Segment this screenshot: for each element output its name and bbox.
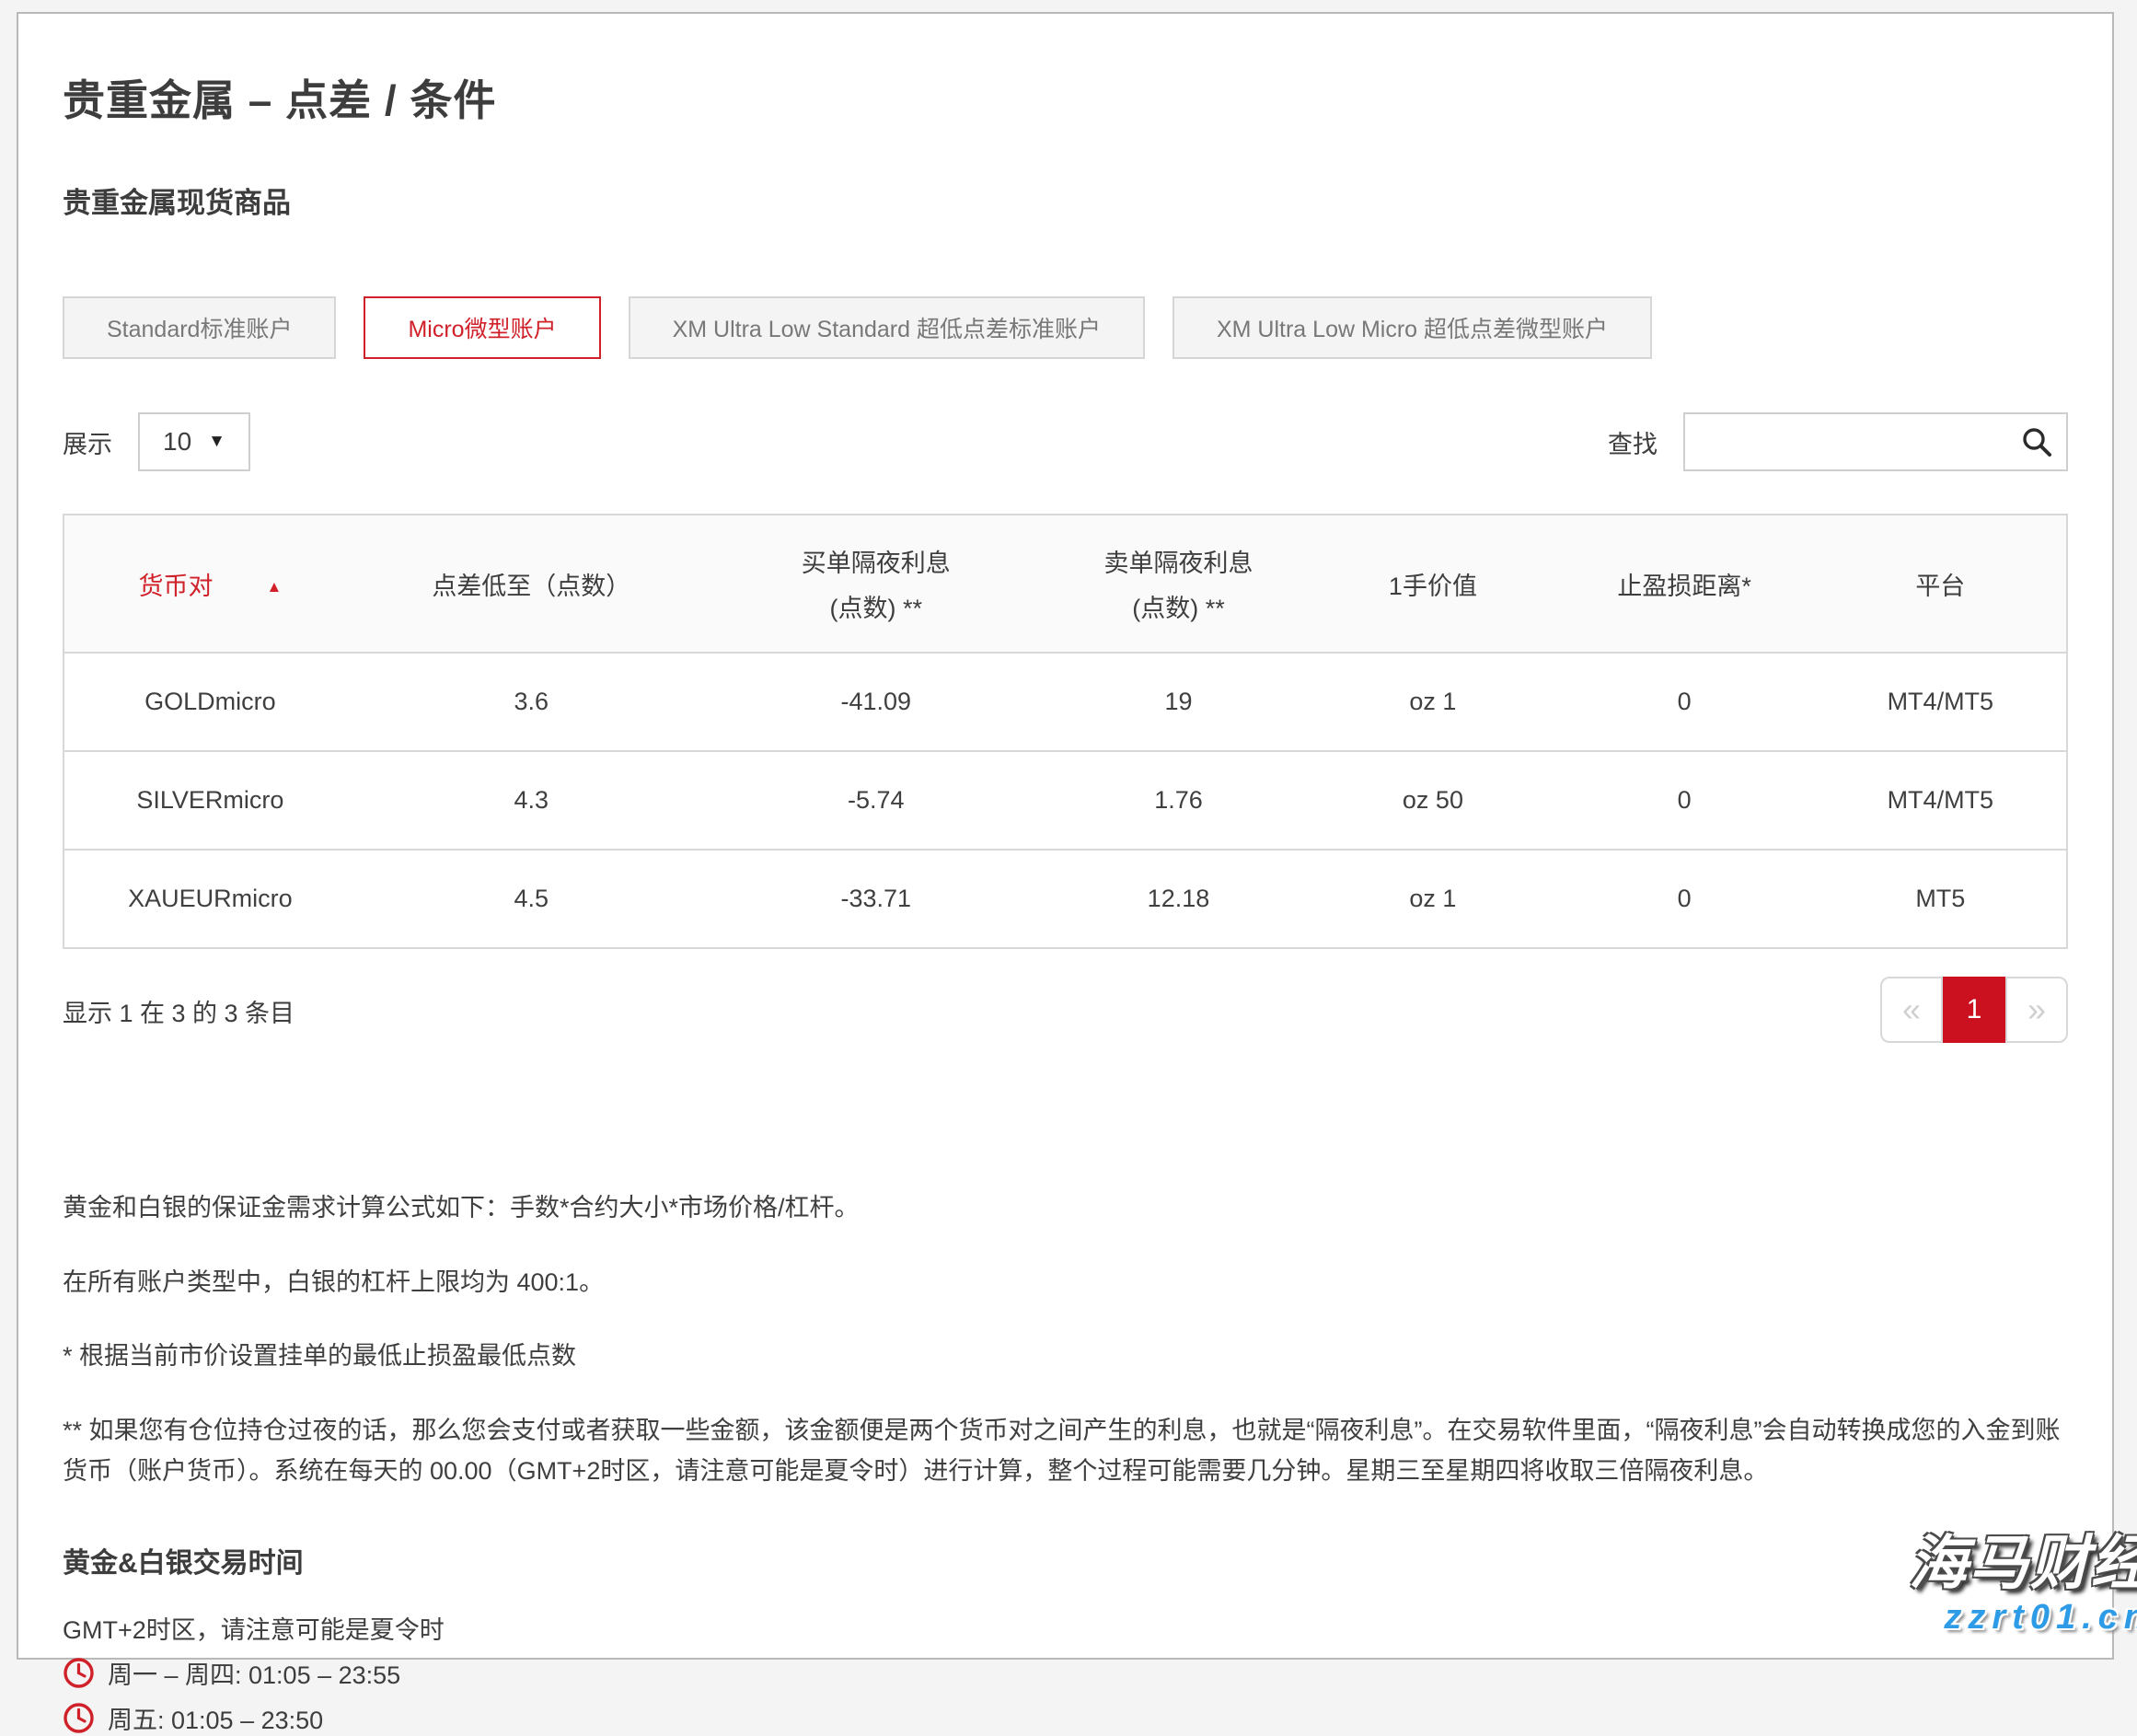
double-chevron-left-icon: «: [1902, 990, 1921, 1029]
search-label: 查找: [1608, 424, 1658, 460]
clock-icon: [63, 1702, 95, 1734]
page-title: 贵重金属 – 点差 / 条件: [63, 67, 2068, 128]
cell-lot-value: oz 1: [1311, 850, 1554, 948]
pagination: « 1 »: [1880, 977, 2068, 1043]
schedule-text: 周一 – 周四: 01:05 – 23:55: [108, 1655, 400, 1691]
column-header-label: 买单隔夜利息: [802, 550, 951, 577]
cell-swap-long: -33.71: [707, 850, 1045, 948]
cell-limit-stop: 0: [1554, 850, 1815, 948]
table-header-row: 货币对 ▲ 点差低至（点数） 买单隔夜利息 (点数) ** 卖单隔夜利息 (点数)…: [64, 515, 2067, 653]
cell-symbol: GOLDmicro: [64, 653, 356, 751]
cell-spread: 4.3: [356, 751, 707, 850]
tab-standard-account[interactable]: Standard标准账户: [63, 296, 336, 359]
cell-limit-stop: 0: [1554, 653, 1815, 751]
column-header-limit-stop-level[interactable]: 止盈损距离*: [1554, 515, 1815, 653]
cell-swap-long: -41.09: [707, 653, 1045, 751]
schedule-friday: 周五: 01:05 – 23:50: [63, 1700, 2068, 1736]
cell-spread: 3.6: [356, 653, 707, 751]
cell-swap-long: -5.74: [707, 751, 1045, 850]
table-entries-summary: 显示 1 在 3 的 3 条目: [63, 993, 295, 1029]
cell-symbol: SILVERmicro: [64, 751, 356, 850]
cell-swap-short: 1.76: [1045, 751, 1312, 850]
content-panel: 贵重金属 – 点差 / 条件 贵重金属现货商品 Standard标准账户 Mic…: [17, 12, 2114, 1660]
trading-hours-heading: 黄金&白银交易时间: [63, 1540, 2068, 1580]
pagination-next-button[interactable]: »: [2005, 977, 2068, 1043]
column-header-label: 卖单隔夜利息: [1103, 550, 1253, 577]
column-header-swap-long[interactable]: 买单隔夜利息 (点数) **: [707, 515, 1045, 653]
note-silver-leverage: 在所有账户类型中，白银的杠杆上限均为 400:1。: [63, 1263, 2068, 1303]
cell-symbol: XAUEURmicro: [64, 850, 356, 948]
show-label: 展示: [63, 424, 112, 460]
schedule-text: 周五: 01:05 – 23:50: [108, 1700, 323, 1736]
tab-ultra-low-standard-account[interactable]: XM Ultra Low Standard 超低点差标准账户: [629, 296, 1145, 359]
tab-micro-account[interactable]: Micro微型账户: [364, 296, 600, 359]
cell-spread: 4.5: [356, 850, 707, 948]
table-row-xaueurmicro: XAUEURmicro 4.5 -33.71 12.18 oz 1 0 MT5: [64, 850, 2067, 948]
cell-swap-short: 12.18: [1045, 850, 1312, 948]
cell-swap-short: 19: [1045, 653, 1312, 751]
table-controls: 展示 10 ▼ 查找: [63, 412, 2068, 471]
note-margin-formula: 黄金和白银的保证金需求计算公式如下：手数*合约大小*市场价格/杠杆。: [63, 1188, 2068, 1229]
footnotes: 黄金和白银的保证金需求计算公式如下：手数*合约大小*市场价格/杠杆。 在所有账户…: [63, 1188, 2068, 1492]
schedule-mon-thu: 周一 – 周四: 01:05 – 23:55: [63, 1655, 2068, 1691]
note-limit-stop: * 根据当前市价设置挂单的最低止损盈最低点数: [63, 1337, 2068, 1377]
clock-icon: [63, 1657, 95, 1689]
table-row-goldmicro: GOLDmicro 3.6 -41.09 19 oz 1 0 MT4/MT5: [64, 653, 2067, 751]
double-chevron-right-icon: »: [2027, 990, 2046, 1029]
page-size-value: 10: [163, 427, 191, 457]
cell-platform: MT4/MT5: [1815, 751, 2067, 850]
note-swap-explanation: ** 如果您有仓位持仓过夜的话，那么您会支付或者获取一些金额，该金额便是两个货币…: [63, 1411, 2068, 1491]
column-header-label-line2: (点数) **: [1053, 588, 1305, 624]
column-header-swap-short[interactable]: 卖单隔夜利息 (点数) **: [1045, 515, 1312, 653]
cell-lot-value: oz 1: [1311, 653, 1554, 751]
column-header-label: 平台: [1915, 573, 1965, 600]
column-header-spread[interactable]: 点差低至（点数）: [356, 515, 707, 653]
column-header-label: 止盈损距离*: [1617, 573, 1751, 600]
timezone-note: GMT+2时区，请注意可能是夏令时: [63, 1610, 2068, 1646]
chevron-down-icon: ▼: [208, 432, 225, 452]
search-input[interactable]: [1683, 412, 2068, 471]
page-subtitle: 贵重金属现货商品: [63, 179, 2068, 221]
column-header-label: 点差低至（点数）: [432, 573, 630, 600]
cell-platform: MT4/MT5: [1815, 653, 2067, 751]
column-header-label-line2: (点数) **: [714, 588, 1038, 624]
column-header-platform[interactable]: 平台: [1815, 515, 2067, 653]
column-header-symbol[interactable]: 货币对 ▲: [64, 515, 356, 653]
table-row-silvermicro: SILVERmicro 4.3 -5.74 1.76 oz 50 0 MT4/M…: [64, 751, 2067, 850]
pagination-page-1-button[interactable]: 1: [1943, 977, 2005, 1043]
spreads-table: 货币对 ▲ 点差低至（点数） 买单隔夜利息 (点数) ** 卖单隔夜利息 (点数)…: [63, 514, 2068, 949]
column-header-label: 货币对: [139, 573, 214, 600]
column-header-label: 1手价值: [1389, 573, 1477, 600]
cell-platform: MT5: [1815, 850, 2067, 948]
account-type-tabs: Standard标准账户 Micro微型账户 XM Ultra Low Stan…: [63, 296, 2068, 359]
column-header-lot-value[interactable]: 1手价值: [1311, 515, 1554, 653]
cell-limit-stop: 0: [1554, 751, 1815, 850]
page-size-select[interactable]: 10 ▼: [138, 412, 250, 471]
sort-ascending-icon: ▲: [267, 578, 283, 596]
pagination-prev-button[interactable]: «: [1880, 977, 1943, 1043]
tab-ultra-low-micro-account[interactable]: XM Ultra Low Micro 超低点差微型账户: [1172, 296, 1652, 359]
cell-lot-value: oz 50: [1311, 751, 1554, 850]
